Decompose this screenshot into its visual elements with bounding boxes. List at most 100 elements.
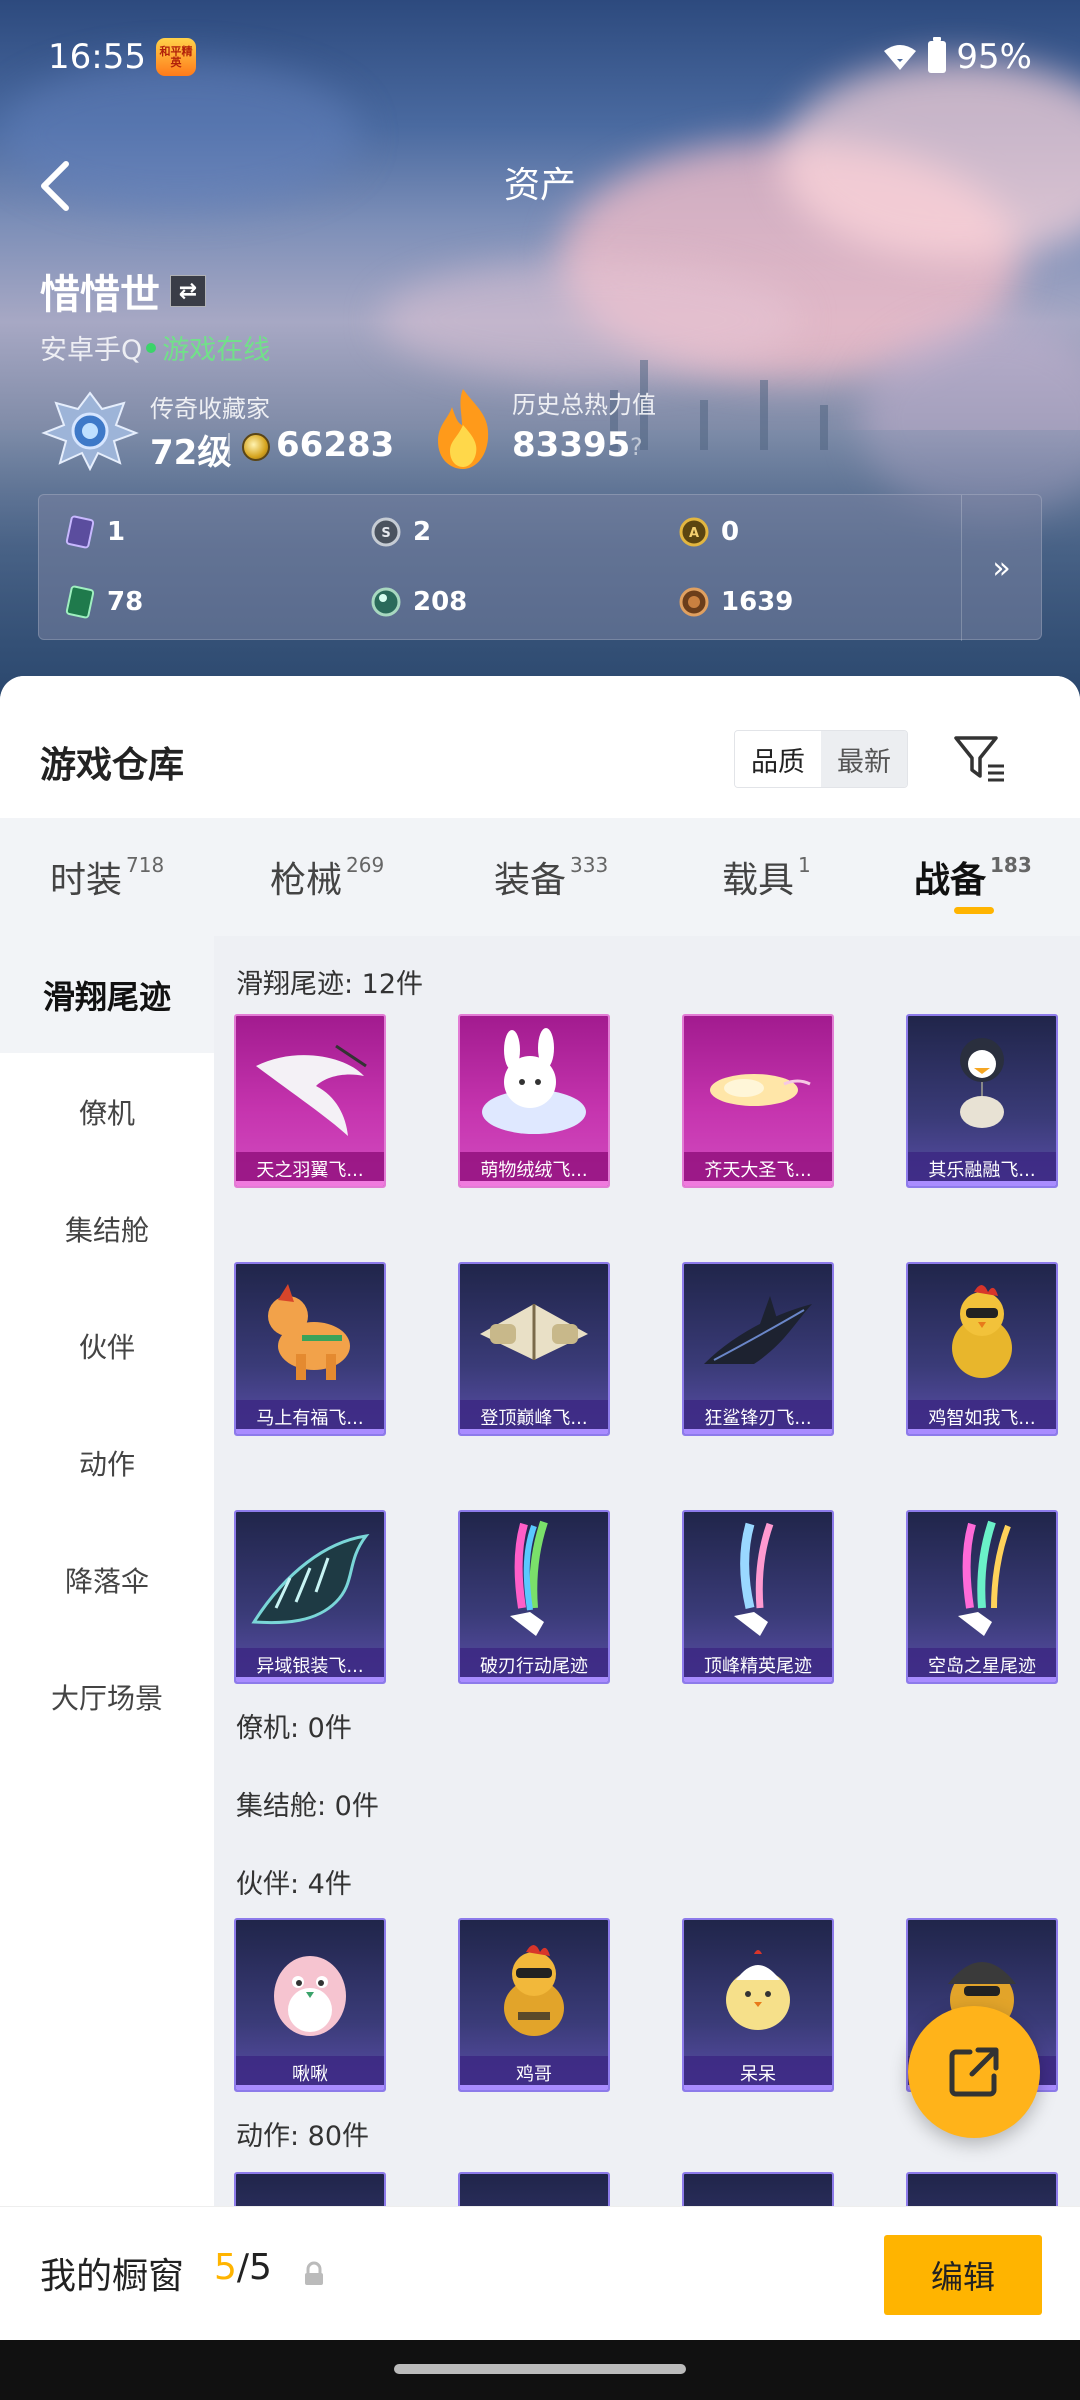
item-card[interactable]: 异域银装飞... <box>234 1510 386 1684</box>
section-title-glide: 滑翔尾迹: 12件 <box>236 969 424 1000</box>
wifi-icon <box>884 45 917 70</box>
category-tabs: 时装 718 枪械 269 装备 333 载具 1 战备 183 <box>0 818 1080 936</box>
section-title-partner: 伙伴: 4件 <box>236 1869 352 1900</box>
showcase-total: 5 <box>249 2247 272 2288</box>
currency-value: 2 <box>413 517 432 547</box>
collector-label: 传奇收藏家 <box>150 395 270 423</box>
item-card[interactable]: 鸡智如我飞... <box>906 1262 1058 1436</box>
tab-count: 718 <box>126 853 165 877</box>
green-gem-icon <box>371 587 401 617</box>
side-nav-glide-trail[interactable]: 滑翔尾迹 <box>0 936 214 1053</box>
side-nav-wingman[interactable]: 僚机 <box>0 1053 214 1170</box>
double-chevron-right-icon: » <box>992 550 1011 586</box>
item-card[interactable]: 马上有福飞... <box>234 1262 386 1436</box>
rainbow-trail-icon <box>510 1520 548 1636</box>
silver-coin-icon: S <box>371 517 401 547</box>
divider <box>228 433 230 461</box>
item-card[interactable]: 顶峰精英尾迹 <box>682 1510 834 1684</box>
tab-label: 枪械 <box>270 860 343 901</box>
currency-item: S 2 <box>371 515 431 549</box>
item-card[interactable]: 呆呆 <box>682 1918 834 2092</box>
showcase-count: 5/5 <box>214 2247 272 2288</box>
tab-battle-gear[interactable]: 战备 183 <box>914 818 1032 936</box>
profile-block: 惜惜世 ⇄ 安卓手Q 游戏在线 <box>40 262 270 367</box>
shark-blade-icon <box>704 1296 812 1364</box>
chick-icon <box>726 1950 790 2030</box>
item-card[interactable]: 天之羽翼飞... <box>234 1014 386 1188</box>
status-time: 16:55 <box>48 37 146 77</box>
system-nav-bar <box>0 2340 1080 2400</box>
item-card[interactable]: 空岛之星尾迹 <box>906 1510 1058 1684</box>
home-gesture-handle[interactable] <box>394 2364 686 2374</box>
side-nav-parachute[interactable]: 降落伞 <box>0 1521 214 1638</box>
item-card[interactable]: 登顶巅峰飞... <box>458 1262 610 1436</box>
showcase-bar: 我的橱窗 5/5 编辑 <box>0 2206 1080 2340</box>
item-card[interactable]: 狂鲨锋刃飞... <box>682 1262 834 1436</box>
sort-latest-button[interactable]: 最新 <box>821 731 907 787</box>
item-card[interactable]: 其乐融融飞... <box>906 1014 1058 1188</box>
item-card[interactable] <box>906 2172 1058 2206</box>
currency-item: 1 <box>65 515 125 549</box>
battery-icon <box>928 37 947 73</box>
collector-badge-icon <box>41 391 139 471</box>
share-export-icon <box>949 2047 999 2097</box>
green-card-icon <box>65 585 95 619</box>
player-stats: 传奇收藏家 72级 66283 历史总热力值 83395 ? <box>40 385 1040 475</box>
tab-label: 装备 <box>494 860 567 901</box>
filter-icon[interactable] <box>952 732 1008 784</box>
warehouse-sheet: 游戏仓库 品质 最新 时装 718 枪械 269 装备 333 载具 1 战备 183 滑… <box>0 676 1080 2206</box>
tab-count: 333 <box>570 853 609 877</box>
currency-value: 1 <box>107 517 126 547</box>
flame-icon <box>438 389 489 469</box>
hero-banner: 16:55 和平精英 95% 资产 惜惜世 ⇄ 安卓手Q 游戏在线 传奇收藏家 … <box>0 0 1080 700</box>
section-title-capsule: 集结舱: 0件 <box>236 1791 379 1822</box>
side-nav-action[interactable]: 动作 <box>0 1404 214 1521</box>
sort-toggle: 品质 最新 <box>734 730 908 788</box>
tab-guns[interactable]: 枪械 269 <box>270 818 384 936</box>
currency-value: 0 <box>721 517 740 547</box>
gold-coin-icon: A <box>679 517 709 547</box>
silver-wing-icon <box>251 1533 370 1625</box>
tab-fashion[interactable]: 时装 718 <box>50 818 164 936</box>
tab-count: 183 <box>990 853 1032 877</box>
sort-quality-button[interactable]: 品质 <box>735 731 821 787</box>
side-nav: 滑翔尾迹 僚机 集结舱 伙伴 动作 降落伞 大厅场景 <box>0 936 214 2206</box>
expand-currency-button[interactable]: » <box>961 495 1041 641</box>
coin-count: 66283 <box>276 425 395 465</box>
item-card[interactable] <box>458 2172 610 2206</box>
item-card[interactable]: 萌物绒绒飞... <box>458 1014 610 1188</box>
star-trail-icon <box>958 1520 1011 1636</box>
side-nav-capsule[interactable]: 集结舱 <box>0 1170 214 1287</box>
item-card[interactable]: 啾啾 <box>234 1918 386 2092</box>
tab-equipment[interactable]: 装备 333 <box>494 818 608 936</box>
item-card[interactable]: 齐天大圣飞... <box>682 1014 834 1188</box>
currency-item: A 0 <box>679 515 739 549</box>
item-card[interactable]: 破刃行动尾迹 <box>458 1510 610 1684</box>
player-level: 72级 <box>150 433 232 473</box>
heat-value: 83395 <box>512 425 631 465</box>
help-icon[interactable]: ? <box>630 433 643 461</box>
heat-label: 历史总热力值 <box>512 391 656 419</box>
plush-bunny-icon <box>482 1028 586 1134</box>
side-nav-lobby-scene[interactable]: 大厅场景 <box>0 1638 214 1755</box>
currency-item: 78 <box>65 585 143 619</box>
tab-label: 载具 <box>722 860 795 901</box>
switch-account-icon[interactable]: ⇄ <box>170 275 206 307</box>
item-card[interactable]: 鸡哥 <box>458 1918 610 2092</box>
edit-button[interactable]: 编辑 <box>884 2235 1042 2315</box>
bronze-coin-icon <box>679 587 709 617</box>
penguin-balloon-icon <box>960 1038 1004 1128</box>
section-title-wingman: 僚机: 0件 <box>236 1713 352 1744</box>
item-card[interactable] <box>682 2172 834 2206</box>
side-nav-partner[interactable]: 伙伴 <box>0 1287 214 1404</box>
online-status: 游戏在线 <box>162 335 271 366</box>
showcase-title: 我的橱窗 <box>40 2256 185 2297</box>
tab-vehicles[interactable]: 载具 1 <box>722 818 811 936</box>
angel-wing-icon <box>256 1044 367 1136</box>
ticket-card-icon <box>65 515 95 549</box>
tab-count: 269 <box>346 853 385 877</box>
item-card[interactable] <box>234 2172 386 2206</box>
share-button[interactable] <box>908 2006 1040 2138</box>
tab-label: 战备 <box>914 860 987 901</box>
active-tab-indicator <box>954 907 994 914</box>
